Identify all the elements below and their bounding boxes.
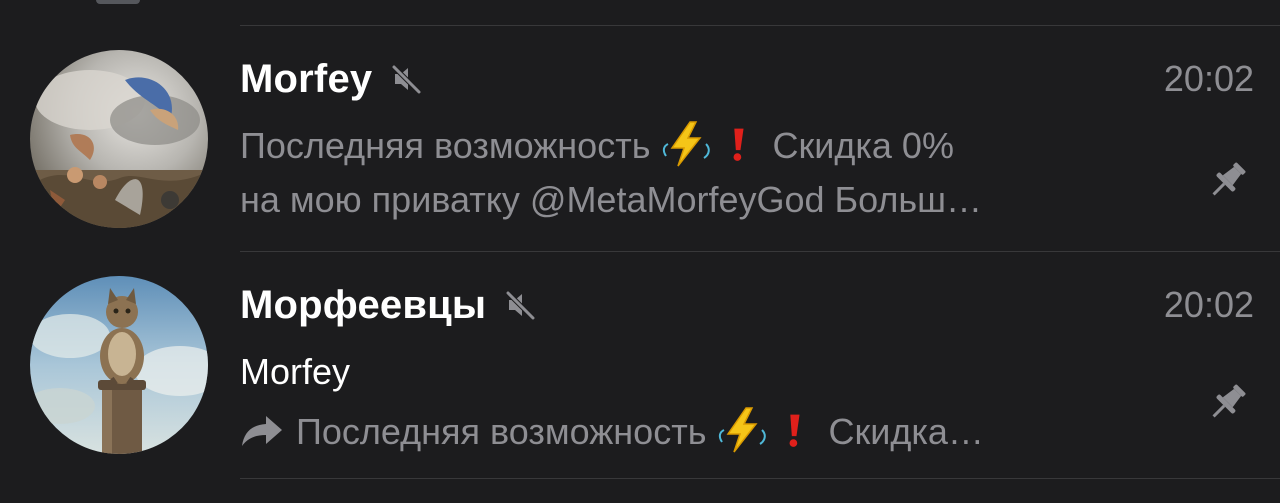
chat-title: Morfey (240, 56, 373, 101)
divider (240, 478, 1280, 479)
chat-time: 20:02 (1163, 58, 1254, 99)
chat-list: Morfey 20:02 Последняя возможность Скидк… (0, 0, 1280, 503)
cat-on-pillar-avatar (30, 276, 208, 454)
preview-text: Скидка… (828, 411, 984, 452)
preview-text: Последняя возможность (240, 125, 651, 166)
high-voltage-emoji (719, 407, 767, 453)
message-preview: Последняя возможность Скидка… (240, 406, 1170, 456)
chat-title-line: Morfey (240, 54, 424, 104)
chat-time: 20:02 (1163, 284, 1254, 325)
forward-arrow-icon (242, 416, 282, 446)
chat-row-morfey[interactable]: Morfey 20:02 Последняя возможность Скидк… (0, 26, 1280, 252)
muted-speaker-icon (505, 290, 536, 321)
preview-text: Последняя возможность (296, 411, 707, 452)
previous-chat-avatar-edge (96, 0, 140, 4)
chat-title-line: Морфеевцы (240, 280, 538, 330)
muted-speaker-icon (391, 64, 422, 95)
chat-row-morfeevtsy[interactable]: Морфеевцы 20:02 Morfey Последняя возможн… (0, 252, 1280, 478)
baroque-painting-avatar (30, 50, 208, 228)
pin-icon[interactable] (1204, 380, 1250, 426)
avatar[interactable] (30, 50, 208, 228)
message-preview-line-2: на мою приватку @MetaMorfeyGod Больш… (240, 179, 983, 220)
sender-name: Morfey (240, 351, 351, 392)
high-voltage-emoji (663, 121, 711, 167)
message-preview: Последняя возможность Скидка 0% (240, 120, 1170, 170)
avatar[interactable] (30, 276, 208, 454)
chat-title: Морфеевцы (240, 282, 487, 327)
pin-icon[interactable] (1204, 158, 1250, 204)
preview-text: Скидка 0% (772, 125, 954, 166)
exclamation-emoji (734, 128, 745, 161)
exclamation-emoji (790, 414, 801, 447)
